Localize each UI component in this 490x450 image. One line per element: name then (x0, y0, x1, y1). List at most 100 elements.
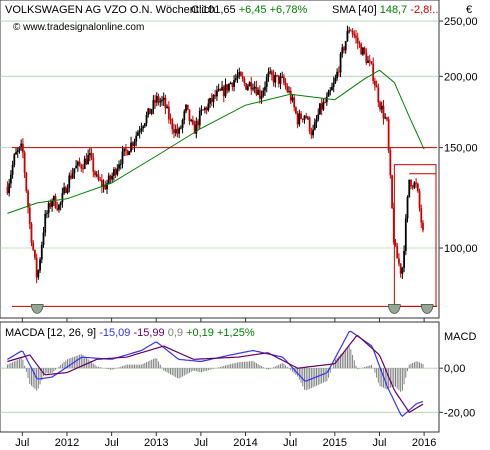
price-candle-body (58, 204, 60, 210)
price-candle-body (319, 103, 321, 115)
price-candle-body (107, 175, 110, 184)
price-candle-body (258, 89, 261, 99)
price-candle-body (126, 150, 129, 155)
price-candle-body (173, 129, 175, 134)
price-candle-body (416, 183, 419, 192)
price-candle-body (164, 97, 167, 109)
price-candle-body (61, 193, 64, 203)
price-candle-body (42, 232, 45, 246)
price-candle-body (11, 164, 14, 175)
price-candle-body (40, 245, 43, 260)
price-candle-body (269, 71, 272, 73)
price-candle-body (353, 33, 356, 36)
price-candle-body (406, 196, 409, 219)
macd-y-tick-label: 0,00 (444, 363, 465, 375)
price-candle-body (209, 98, 211, 104)
price-candle-body (217, 89, 220, 91)
price-y-tick-label: 250,00 (444, 16, 478, 28)
price-candle-body (238, 72, 241, 76)
price-candle-body (123, 148, 126, 152)
price-candle-body (279, 76, 282, 84)
price-candle-body (188, 109, 191, 121)
price-candle-body (221, 86, 223, 91)
macd-panel: 0,00 -20,00 MACDA [12, 26, 9] -15,09 -15,… (0, 321, 476, 433)
price-candle-body (214, 94, 217, 97)
price-candle-body (265, 77, 268, 87)
price-candle-body (415, 182, 418, 184)
price-candle-body (231, 82, 234, 87)
price-candle-body (241, 76, 244, 79)
price-candle-body (289, 90, 292, 101)
price-candle-body (210, 98, 213, 102)
sma-legend-change: -2,8!.. (410, 4, 438, 16)
price-candle-body (111, 175, 114, 180)
price-candle-body (365, 52, 368, 63)
price-candle-body (171, 119, 174, 130)
price-candle-body (54, 196, 57, 208)
price-candle-body (250, 82, 253, 90)
price-candle-body (76, 161, 79, 166)
price-candle-body (367, 60, 369, 63)
price-candle-body (64, 187, 67, 193)
price-candle-body (28, 207, 31, 224)
price-candle-body (334, 78, 337, 83)
price-candle-body (114, 169, 117, 175)
price-candle-body (398, 258, 400, 264)
price-candle-body (154, 99, 157, 103)
price-candle-body (78, 161, 81, 165)
price-candle-body (90, 153, 93, 158)
price-candle-body (15, 152, 17, 155)
x-tick-label: Jul (283, 437, 297, 449)
price-candle-body (272, 75, 275, 83)
price-candle-body (32, 242, 35, 250)
price-candle-body (82, 168, 84, 170)
price-candle-body (73, 168, 76, 174)
x-tick-label: 2016 (412, 437, 436, 449)
price-candle-body (243, 78, 246, 84)
price-candle-body (245, 83, 248, 90)
price-candle-body (370, 61, 373, 64)
price-candle-body (384, 117, 387, 119)
x-tick-label: Jul (15, 437, 29, 449)
price-candle-body (325, 96, 328, 103)
price-candle-body (331, 86, 333, 91)
price-candle-body (137, 132, 139, 136)
price-candle-body (257, 89, 260, 95)
price-candle-body (375, 85, 378, 88)
price-candle-body (360, 43, 363, 55)
price-candle-body (176, 128, 179, 134)
price-candle-body (212, 94, 215, 102)
price-candle-body (327, 91, 330, 97)
price-candle-body (310, 131, 313, 136)
price-candle-body (83, 158, 86, 169)
price-candle-body (312, 129, 314, 136)
sma-legend: SMA [40] 148,7 -2,8!.. (332, 4, 438, 16)
price-candle-body (185, 104, 187, 112)
price-candle-body (150, 109, 153, 114)
price-candle-body (109, 175, 112, 180)
price-candle-body (322, 102, 325, 110)
price-candle-body (281, 76, 284, 78)
price-candle-body (13, 154, 16, 165)
price-candle-body (143, 123, 146, 127)
price-candle-body (99, 179, 102, 181)
price-candle-body (382, 105, 385, 119)
price-candle-body (224, 84, 227, 97)
price-candle-body (112, 169, 115, 176)
price-candle-body (21, 143, 24, 153)
price-candle-body (411, 186, 414, 188)
price-candle-body (56, 207, 59, 210)
price-candle-body (315, 119, 318, 123)
price-candle-body (300, 113, 302, 119)
chart-canvas: 250,00 200,00 150,00 100,00 VOLKSWAGEN AG V… (0, 0, 478, 449)
price-candle-body (391, 175, 393, 208)
price-candle-body (116, 168, 119, 175)
price-candle-body (305, 115, 308, 119)
price-candle-body (49, 203, 52, 207)
price-candle-body (410, 179, 412, 187)
macd-legend-macd: -15,09 (99, 327, 130, 339)
price-candle-body (178, 128, 181, 134)
price-candle-body (207, 103, 210, 111)
sma-legend-value: 148,7 (380, 4, 408, 16)
price-candle-body (346, 30, 349, 42)
